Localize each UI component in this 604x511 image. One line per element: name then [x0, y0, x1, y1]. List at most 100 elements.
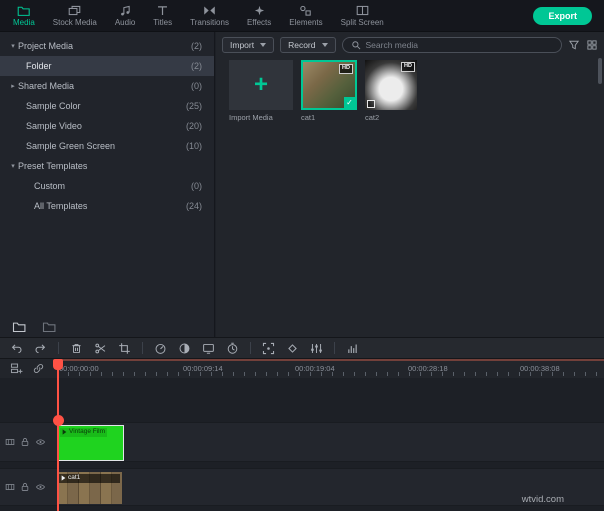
media-library-panel: Import Record + Import Media — [216, 32, 604, 337]
green-screen-icon[interactable] — [202, 342, 215, 355]
sidebar-item-shared-media[interactable]: ▸ Shared Media (0) — [0, 76, 214, 96]
split-scissors-icon[interactable] — [94, 342, 107, 355]
tab-stock-media[interactable]: Stock Media — [44, 0, 106, 31]
import-media-tile[interactable]: + Import Media — [229, 60, 293, 122]
crop-icon[interactable] — [118, 342, 131, 355]
keyframe-icon[interactable] — [286, 342, 299, 355]
search-input[interactable] — [365, 40, 553, 50]
toolbar-separator — [142, 342, 143, 354]
sidebar-item-label: Shared Media — [18, 81, 75, 91]
sidebar-item-label: Sample Video — [26, 121, 82, 131]
main-tabs: Media Stock Media Audio Titles Transitio… — [0, 0, 393, 31]
effects-icon — [253, 5, 266, 16]
export-button[interactable]: Export — [533, 7, 592, 25]
expand-arrow-icon[interactable]: ▸ — [8, 82, 18, 90]
ruler-timestamp: 00:00:09:14 — [183, 364, 223, 373]
track-type-icon[interactable] — [5, 437, 15, 447]
hd-badge: HD — [401, 62, 415, 72]
sidebar-item-count: (0) — [191, 181, 202, 191]
grid-view-icon[interactable] — [586, 39, 598, 51]
check-icon: ✓ — [344, 97, 355, 108]
toolbar-separator — [334, 342, 335, 354]
record-label: Record — [288, 40, 316, 50]
tab-media[interactable]: Media — [4, 0, 44, 31]
duration-icon[interactable] — [226, 342, 239, 355]
video-track-1[interactable]: cat1 — [0, 468, 604, 506]
ruler-timestamp: 00:00:38:08 — [520, 364, 560, 373]
sidebar-item-project-media[interactable]: ▾ Project Media (2) — [0, 36, 214, 56]
timeline-toolbar — [0, 337, 604, 359]
media-grid: + Import Media HD ✓ cat1 HD cat2 — [229, 60, 417, 122]
timeline-clip-cat1[interactable]: cat1 — [57, 472, 122, 504]
eye-icon[interactable] — [35, 437, 46, 447]
tab-label: Split Screen — [340, 17, 384, 27]
sidebar-item-sample-video[interactable]: Sample Video (20) — [0, 116, 214, 136]
media-sidebar: ▾ Project Media (2) Folder (2) ▸ Shared … — [0, 32, 215, 337]
transitions-icon — [203, 5, 216, 16]
track-type-icon[interactable] — [5, 482, 15, 492]
eye-icon[interactable] — [35, 482, 46, 492]
music-note-icon — [119, 5, 132, 16]
thumbnail[interactable]: HD — [365, 60, 417, 110]
video-track-2[interactable]: Vintage Film — [0, 422, 604, 462]
expand-arrow-icon[interactable]: ▾ — [8, 42, 18, 50]
delete-folder-icon[interactable] — [42, 321, 56, 332]
clip-label-chip: cat1 — [59, 474, 120, 483]
sidebar-item-preset-templates[interactable]: ▾ Preset Templates — [0, 156, 214, 176]
delete-icon[interactable] — [70, 342, 83, 355]
import-media-drop-area[interactable]: + — [229, 60, 293, 110]
search-box[interactable] — [341, 37, 562, 53]
playhead-knob[interactable] — [52, 415, 64, 426]
thumbnail[interactable]: HD ✓ — [301, 60, 357, 110]
audio-meter-icon[interactable] — [346, 342, 359, 355]
media-item-cat2[interactable]: HD cat2 — [365, 60, 417, 122]
sidebar-item-custom[interactable]: Custom (0) — [0, 176, 214, 196]
lock-icon[interactable] — [20, 437, 30, 447]
watermark: wtvid.com — [521, 494, 564, 505]
tab-label: Stock Media — [52, 17, 97, 27]
search-icon — [351, 40, 361, 50]
media-item-cat1[interactable]: HD ✓ cat1 — [301, 60, 357, 122]
playhead-line[interactable] — [57, 359, 59, 511]
timeline-panel: 00:00:00:00 00:00:09:14 00:00:19:04 00:0… — [0, 359, 604, 511]
tab-audio[interactable]: Audio — [106, 0, 144, 31]
tile-label: cat1 — [301, 113, 316, 122]
sidebar-item-label: Project Media — [18, 41, 74, 51]
sidebar-item-sample-green-screen[interactable]: Sample Green Screen (10) — [0, 136, 214, 156]
color-correction-icon[interactable] — [178, 342, 191, 355]
hd-badge: HD — [339, 64, 353, 74]
sidebar-item-folder[interactable]: Folder (2) — [0, 56, 214, 76]
sidebar-item-count: (2) — [191, 61, 202, 71]
motion-tracking-icon[interactable] — [262, 342, 275, 355]
scrollbar-thumb[interactable] — [598, 58, 602, 84]
sidebar-item-all-templates[interactable]: All Templates (24) — [0, 196, 214, 216]
tile-label: cat2 — [365, 113, 380, 122]
manage-tracks-icon[interactable] — [10, 362, 23, 375]
playhead-handle[interactable] — [53, 359, 63, 370]
import-dropdown[interactable]: Import — [222, 37, 275, 53]
speed-icon[interactable] — [154, 342, 167, 355]
timeline-ruler[interactable]: 00:00:00:00 00:00:09:14 00:00:19:04 00:0… — [57, 359, 604, 378]
tab-transitions[interactable]: Transitions — [181, 0, 238, 31]
sidebar-item-count: (10) — [185, 141, 202, 151]
tab-split-screen[interactable]: Split Screen — [332, 0, 393, 31]
timeline-tracks: Vintage Film cat1 — [0, 378, 604, 511]
expand-arrow-icon[interactable]: ▾ — [8, 162, 18, 170]
sidebar-item-count: (20) — [185, 121, 202, 131]
lock-icon[interactable] — [20, 482, 30, 492]
filter-icon[interactable] — [568, 39, 580, 51]
add-folder-icon[interactable] — [12, 321, 26, 332]
tab-effects[interactable]: Effects — [238, 0, 280, 31]
sidebar-item-sample-color[interactable]: Sample Color (25) — [0, 96, 214, 116]
timeline-controls — [0, 359, 57, 378]
tab-titles[interactable]: Titles — [144, 0, 181, 31]
redo-icon[interactable] — [34, 342, 47, 355]
tab-elements[interactable]: Elements — [280, 0, 331, 31]
mixer-icon[interactable] — [310, 342, 323, 355]
undo-icon[interactable] — [10, 342, 23, 355]
track-header — [0, 469, 57, 505]
timeline-clip-vintage-film[interactable]: Vintage Film — [57, 425, 124, 461]
link-icon[interactable] — [32, 362, 45, 375]
record-dropdown[interactable]: Record — [280, 37, 336, 53]
sidebar-item-label: Sample Color — [26, 101, 81, 111]
